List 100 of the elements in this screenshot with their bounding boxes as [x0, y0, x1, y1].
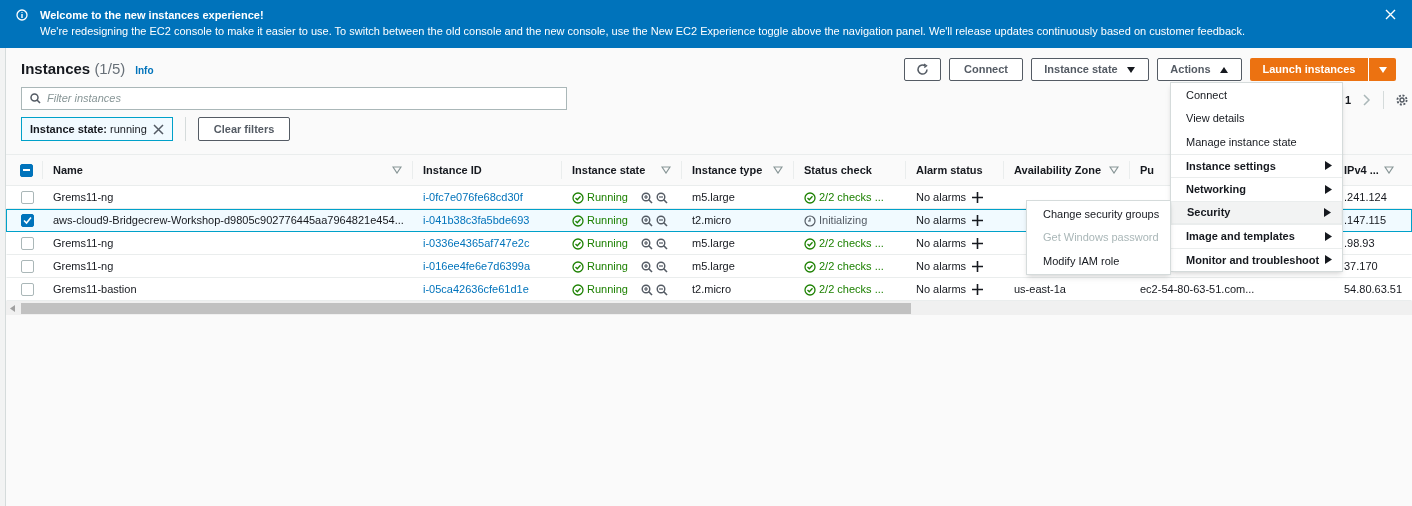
checkbox[interactable]: [19, 163, 33, 177]
status-text: Initializing: [819, 213, 868, 229]
launch-dropdown-button[interactable]: [1368, 58, 1396, 81]
column-header[interactable]: Alarm status: [916, 161, 983, 179]
table-cell-text: No alarms: [916, 213, 967, 229]
column-header[interactable]: Name: [53, 161, 83, 179]
remove-icon[interactable]: [152, 123, 164, 135]
column-header[interactable]: Availability Zone: [1014, 161, 1101, 179]
instance-id-link[interactable]: i-05ca42636cfe61d1e: [423, 281, 529, 298]
menu-item[interactable]: Instance settings: [1171, 153, 1342, 177]
table-cell-text: t2.micro: [692, 282, 732, 298]
table-cell-text: Grems11-bastion: [53, 282, 137, 298]
instance-id-link[interactable]: i-0fc7e076fe68cd30f: [423, 189, 523, 206]
zoom-out-icon[interactable]: [656, 260, 668, 273]
checkbox[interactable]: [20, 191, 34, 204]
table-cell-text: m5.large: [692, 236, 735, 252]
add-icon[interactable]: [972, 261, 984, 272]
column-header[interactable]: Instance type: [692, 161, 763, 179]
status-text: 2/2 checks ...: [819, 236, 884, 252]
zoom-in-icon[interactable]: [641, 214, 653, 227]
column-header[interactable]: Pu: [1140, 161, 1155, 179]
column-header[interactable]: Instance state: [572, 161, 646, 179]
table-cell-text: ec2-54-80-63-51.com...: [1140, 282, 1255, 298]
settings-icon[interactable]: [1396, 94, 1408, 106]
zoom-in-icon[interactable]: [641, 237, 653, 250]
menu-item[interactable]: Security: [1171, 200, 1342, 224]
table-cell-text: 54.80.63.51: [1344, 282, 1403, 298]
menu-item[interactable]: Networking: [1171, 177, 1342, 201]
status-text: 2/2 checks ...: [819, 190, 884, 206]
checkbox[interactable]: [20, 283, 34, 296]
instance-id-link[interactable]: i-016ee4fe6e7d6399a: [423, 258, 531, 275]
info-icon: [16, 9, 28, 21]
state-text: Running: [587, 282, 628, 298]
add-icon[interactable]: [972, 215, 984, 226]
table-cell-text: 37.170: [1344, 259, 1378, 275]
banner-title: Welcome to the new instances experience!: [40, 8, 265, 23]
add-icon[interactable]: [972, 238, 984, 249]
caret-icon: [1125, 65, 1136, 74]
sort-icon[interactable]: [661, 166, 671, 174]
caret-icon: [1218, 65, 1229, 74]
status-text: 2/2 checks ...: [819, 259, 884, 275]
submenu-arrow-icon: [1324, 207, 1331, 217]
close-icon[interactable]: [1385, 9, 1396, 20]
zoom-out-icon[interactable]: [656, 237, 668, 250]
checkbox[interactable]: [20, 237, 34, 250]
check-circle-icon: [572, 283, 584, 296]
column-header[interactable]: IPv4 ...: [1344, 161, 1379, 179]
checkbox[interactable]: [20, 260, 34, 273]
refresh-button[interactable]: [904, 58, 941, 81]
add-icon[interactable]: [972, 284, 984, 295]
state-text: Running: [587, 236, 628, 252]
menu-item[interactable]: Manage instance state: [1171, 130, 1342, 154]
menu-item[interactable]: Connect: [1171, 83, 1342, 107]
add-icon[interactable]: [972, 192, 984, 203]
zoom-in-icon[interactable]: [641, 260, 653, 273]
sort-icon[interactable]: [392, 166, 402, 174]
check-circle-icon: [572, 191, 584, 204]
refresh-icon: [916, 63, 929, 76]
filter-field[interactable]: Filter instances: [21, 87, 567, 110]
page-number[interactable]: 1: [1344, 91, 1351, 109]
check-circle-icon: [572, 237, 584, 250]
info-link[interactable]: Info: [135, 63, 154, 78]
actions-button[interactable]: Actions: [1157, 58, 1242, 81]
submenu-arrow-icon: [1325, 255, 1332, 265]
status-text: 2/2 checks ...: [819, 282, 884, 298]
column-header[interactable]: Status check: [804, 161, 872, 179]
filter-token[interactable]: Instance state: running: [21, 117, 173, 141]
zoom-in-icon[interactable]: [641, 191, 653, 204]
state-text: Running: [587, 259, 628, 275]
sort-icon[interactable]: [773, 166, 783, 174]
table-cell-text: Grems11-ng: [53, 190, 114, 206]
table-cell-text: .98.93: [1344, 236, 1375, 252]
sort-icon[interactable]: [1384, 166, 1394, 174]
table-cell-text: No alarms: [916, 282, 967, 298]
table-cell-text: No alarms: [916, 236, 967, 252]
menu-item[interactable]: View details: [1171, 106, 1342, 130]
zoom-out-icon[interactable]: [656, 191, 668, 204]
table-row[interactable]: Grems11-bastion i-05ca42636cfe61d1e Running t2.micro 2/2 checks ... No alarms us-east-1a ec2-54-80-63-51.com... 54.80.63.51: [6, 278, 1412, 301]
instance-id-link[interactable]: i-0336e4365af747e2c: [423, 235, 530, 252]
zoom-out-icon[interactable]: [656, 283, 668, 296]
check-circle-icon: [572, 260, 584, 273]
table-cell-text: .241.124: [1344, 190, 1387, 206]
zoom-out-icon[interactable]: [656, 214, 668, 227]
zoom-in-icon[interactable]: [641, 283, 653, 296]
connect-button[interactable]: Connect: [949, 58, 1023, 81]
state-text: Running: [587, 213, 628, 229]
column-header[interactable]: Instance ID: [423, 161, 482, 179]
submenu-arrow-icon: [1325, 231, 1332, 241]
filter-input[interactable]: Filter instances: [47, 90, 558, 107]
instance-id-link[interactable]: i-041b38c3fa5bde693: [423, 212, 530, 229]
scrollbar-thumb[interactable]: [21, 302, 911, 314]
instance-state-button[interactable]: Instance state: [1031, 58, 1149, 81]
checkbox[interactable]: [20, 214, 34, 227]
clear-filters-button[interactable]: Clear filters: [197, 117, 291, 141]
horizontal-scrollbar[interactable]: [6, 301, 1412, 315]
sort-icon[interactable]: [1109, 166, 1119, 174]
table-cell-text: m5.large: [692, 190, 735, 206]
token-text: Instance state: running: [30, 121, 147, 137]
search-icon: [30, 93, 41, 104]
submenu-arrow-icon: [1325, 184, 1332, 194]
